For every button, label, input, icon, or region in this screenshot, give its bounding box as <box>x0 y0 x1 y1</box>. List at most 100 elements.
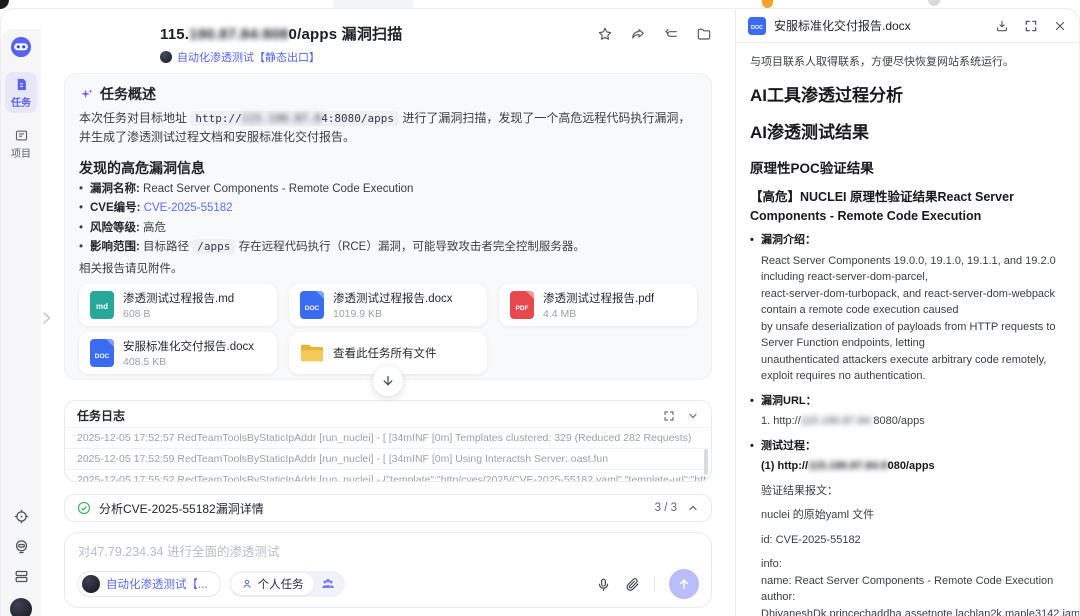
sidebar-item-tasks[interactable]: 任务 <box>5 72 37 113</box>
folder-yellow-icon <box>300 341 324 365</box>
redacted-ip: 115.190.87.8 <box>242 112 321 125</box>
page-title: 115.190.87.84:8080/apps 漏洞扫描 <box>160 23 402 44</box>
doc-vuln-url: 1. http://115.190.87.84:8080/apps <box>750 413 1065 430</box>
send-button[interactable] <box>669 569 699 599</box>
path-chip: /apps <box>192 239 235 254</box>
app-window: 任务 项目 115.190.87.84:8080/apps 漏洞扫描 <box>0 8 1080 616</box>
overview-summary: 本次任务对目标地址 http://115.190.87.84:8080/apps… <box>79 109 697 148</box>
log-scrollbar[interactable] <box>704 449 708 475</box>
layout-icon[interactable] <box>13 568 30 585</box>
md-file-icon: md <box>90 291 114 319</box>
overview-section-title: 任务概述 <box>79 84 697 104</box>
pdf-file-icon: PDF <box>510 291 534 319</box>
close-icon[interactable] <box>1053 19 1067 33</box>
doc-bullet-label: 漏洞介绍： <box>750 232 1065 249</box>
app-logo-icon[interactable] <box>10 36 32 58</box>
check-circle-icon <box>77 501 91 515</box>
share-icon[interactable] <box>630 26 646 42</box>
cve-item: CVE编号: CVE-2025-55182 <box>79 201 697 217</box>
download-icon[interactable] <box>995 19 1009 33</box>
svg-text:md: md <box>96 302 108 311</box>
doc-heading: AI渗透测试结果 <box>750 120 1065 146</box>
task-status-row[interactable]: 分析CVE-2025-55182漏洞详情 3 / 3 <box>64 494 712 522</box>
redacted-ip: 190.87.84:808 <box>189 26 288 43</box>
screen: 任务 项目 115.190.87.84:8080/apps 漏洞扫描 <box>0 0 1080 616</box>
doc-file-icon: DOC <box>90 339 114 367</box>
expand-icon[interactable] <box>663 410 675 422</box>
task-log-panel: 任务日志 2025-12-05 17:52:57 RedTeamToolsByS… <box>64 400 712 482</box>
file-card-pdf[interactable]: PDF 渗透测试过程报告.pdf4.4 MB <box>499 284 697 326</box>
arrow-up-icon <box>677 577 691 591</box>
divider <box>654 577 655 591</box>
file-card-docx-2[interactable]: DOC 安服标准化交付报告.docx408.5 KB <box>79 332 277 374</box>
doc-bullet-label: 漏洞URL： <box>750 393 1065 410</box>
redacted-ip: 115.190.87.84: <box>801 415 874 427</box>
document-preview-panel: DOC 安服标准化交付报告.docx 与项目联系人取得联系，方便尽快恢复网站系统… <box>735 9 1079 616</box>
doc-result-label: 验证结果报文： <box>750 483 1065 500</box>
document-filename: 安服标准化交付报告.docx <box>774 17 911 34</box>
microphone-icon[interactable] <box>596 577 611 592</box>
fullscreen-icon[interactable] <box>1024 19 1038 33</box>
person-icon <box>241 578 253 590</box>
svg-text:DOC: DOC <box>95 353 110 360</box>
log-row: 2025-12-05 17:55:52 RedTeamToolsByStatic… <box>65 469 711 482</box>
doc-yaml-block: info: name: React Server Components - Re… <box>750 556 1065 616</box>
sidebar-item-projects[interactable]: 项目 <box>5 123 37 164</box>
sidebar-item-label: 项目 <box>11 145 31 160</box>
doc-bullet-label: 测试过程： <box>750 438 1065 455</box>
agent-mini-avatar-icon <box>160 51 172 63</box>
folder-icon[interactable] <box>696 26 712 42</box>
sparkle-icon <box>79 87 94 102</box>
doc-finding-title: 【高危】NUCLEI 原理性验证结果React Server Component… <box>750 188 1065 226</box>
agent-link-label: 自动化渗透测试【静态出口】 <box>177 49 320 65</box>
attachment-grid: md 渗透测试过程报告.md608 B DOC 渗透测试过程报告.docx101… <box>79 284 697 374</box>
attachment-note: 相关报告请见附件。 <box>79 260 697 276</box>
target-url-chip: http://115.190.87.84:8080/apps <box>190 111 399 126</box>
personal-task-label: 个人任务 <box>258 576 304 592</box>
user-avatar[interactable] <box>10 598 32 616</box>
doc-yaml-intro: nuclei 的原始yaml 文件 <box>750 507 1065 524</box>
document-header: DOC 安服标准化交付报告.docx <box>736 9 1079 43</box>
log-title: 任务日志 <box>77 407 125 424</box>
arrow-down-icon <box>381 374 395 388</box>
sidebar: 任务 项目 <box>1 29 41 616</box>
flow-icon[interactable] <box>663 26 679 42</box>
impact-item: 影响范围: 目标路径 /apps 存在远程代码执行（RCE）漏洞，可能导致攻击者… <box>79 240 697 256</box>
task-progress: 3 / 3 <box>655 502 677 514</box>
personal-task-option[interactable]: 个人任务 <box>231 573 314 595</box>
top-yellow-artifact <box>762 0 773 8</box>
cve-link[interactable]: CVE-2025-55182 <box>144 202 233 214</box>
top-gray-artifact <box>928 0 940 6</box>
main-content: 115.190.87.84:8080/apps 漏洞扫描 自动化渗透测试【静态出… <box>41 9 735 616</box>
log-row: 2025-12-05 17:52:59 RedTeamToolsByStatic… <box>65 448 711 469</box>
doc-file-icon: DOC <box>748 17 766 35</box>
doc-vuln-description: React Server Components 19.0.0, 19.1.0, … <box>750 253 1065 385</box>
chevron-down-icon[interactable] <box>687 410 699 422</box>
assistant-icon[interactable] <box>13 538 30 555</box>
doc-file-icon: DOC <box>300 291 324 319</box>
chevron-up-icon[interactable] <box>687 502 699 514</box>
log-row: 2025-12-05 17:52:57 RedTeamToolsByStatic… <box>65 427 711 448</box>
svg-text:DOC: DOC <box>751 25 763 31</box>
agent-selector-pill[interactable]: 自动化渗透测试【... <box>77 571 221 597</box>
target-icon[interactable] <box>13 508 30 525</box>
doc-paragraph: 与项目联系人取得联系，方便尽快恢复网站系统运行。 <box>750 54 1065 71</box>
team-task-icon[interactable] <box>320 576 336 592</box>
scroll-to-bottom-button[interactable] <box>373 366 403 396</box>
doc-yaml-id: id: CVE-2025-55182 <box>750 532 1065 549</box>
agent-pill-label: 自动化渗透测试【... <box>106 576 208 592</box>
agent-avatar <box>82 575 100 593</box>
paperclip-icon[interactable] <box>625 577 640 592</box>
file-card-md[interactable]: md 渗透测试过程报告.md608 B <box>79 284 277 326</box>
agent-link[interactable]: 自动化渗透测试【静态出口】 <box>160 49 712 65</box>
task-mode-toggle: 个人任务 <box>229 571 345 597</box>
star-icon[interactable] <box>597 26 613 42</box>
project-icon <box>14 128 29 143</box>
sidebar-item-label: 任务 <box>11 94 31 109</box>
svg-text:PDF: PDF <box>516 305 529 312</box>
file-card-docx[interactable]: DOC 渗透测试过程报告.docx1019.9 KB <box>289 284 487 326</box>
doc-test-step: (1) http://115.190.87.84:8080/apps <box>750 458 1065 475</box>
corner-artifact <box>0 0 9 9</box>
doc-heading: AI工具渗透过程分析 <box>750 83 1065 109</box>
chat-input[interactable] <box>78 545 698 559</box>
